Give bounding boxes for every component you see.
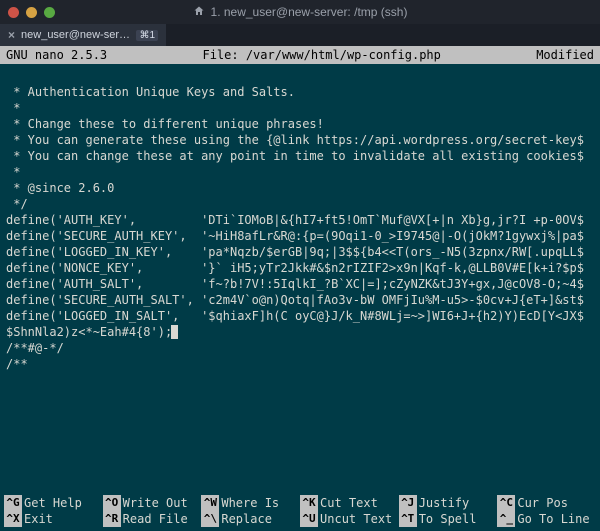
buffer-line: /** <box>6 356 594 372</box>
buffer-line: * @since 2.6.0 <box>6 180 594 196</box>
shortcut-item[interactable]: ^XExit <box>4 511 103 527</box>
shortcut-key: ^\ <box>201 511 219 527</box>
window-title: 1. new_user@new-server: /tmp (ssh) <box>0 5 600 20</box>
text-cursor <box>171 325 178 339</box>
shortcut-key: ^X <box>4 511 22 527</box>
shortcut-key: ^U <box>300 511 318 527</box>
buffer-line: * <box>6 100 594 116</box>
shortcut-key: ^W <box>201 495 219 511</box>
buffer-line: * <box>6 164 594 180</box>
shortcut-label: To Spell <box>419 512 477 526</box>
shortcut-label: Cut Text <box>320 496 378 510</box>
close-tab-icon[interactable]: × <box>8 29 15 41</box>
buffer-line <box>6 68 594 84</box>
shortcut-item[interactable]: ^CCur Pos <box>497 495 596 511</box>
titlebar: 1. new_user@new-server: /tmp (ssh) <box>0 0 600 24</box>
shortcut-label: Replace <box>221 512 272 526</box>
buffer-line: * You can generate these using the {@lin… <box>6 132 594 148</box>
shortcut-label: Exit <box>24 512 53 526</box>
shortcut-item[interactable]: ^RRead File <box>103 511 202 527</box>
shortcut-label: Uncut Text <box>320 512 392 526</box>
buffer-line: $ShnNla2)z<*~Eah#4{8'); <box>6 324 594 340</box>
nano-header: GNU nano 2.5.3 File: /var/www/html/wp-co… <box>0 46 600 64</box>
shortcut-item[interactable]: ^OWrite Out <box>103 495 202 511</box>
nano-status: Modified <box>536 48 594 62</box>
shortcut-label: Cur Pos <box>517 496 568 510</box>
buffer-line: define('LOGGED_IN_SALT', '$qhiaxF]h(C oy… <box>6 308 594 324</box>
tab-index-badge: ⌘1 <box>136 30 158 41</box>
shortcut-key: ^C <box>497 495 515 511</box>
shortcut-item[interactable]: ^KCut Text <box>300 495 399 511</box>
nano-version: GNU nano 2.5.3 <box>6 48 107 62</box>
shortcut-item[interactable]: ^GGet Help <box>4 495 103 511</box>
shortcut-key: ^O <box>103 495 121 511</box>
shortcut-item[interactable]: ^WWhere Is <box>201 495 300 511</box>
shortcut-key: ^R <box>103 511 121 527</box>
tab-label: new_user@new-serv… <box>21 29 130 41</box>
shortcut-row-2: ^XExit^RRead File^\Replace^UUncut Text^T… <box>4 511 596 527</box>
shortcut-key: ^J <box>399 495 417 511</box>
home-icon <box>193 5 205 20</box>
shortcut-row-1: ^GGet Help^OWrite Out^WWhere Is^KCut Tex… <box>4 495 596 511</box>
buffer-line: /**#@-*/ <box>6 340 594 356</box>
shortcut-key: ^T <box>399 511 417 527</box>
nano-shortcuts: ^GGet Help^OWrite Out^WWhere Is^KCut Tex… <box>0 495 600 531</box>
tabbar: × new_user@new-serv… ⌘1 <box>0 24 600 46</box>
shortcut-key: ^K <box>300 495 318 511</box>
shortcut-label: Where Is <box>221 496 279 510</box>
nano-file-label: File: /var/www/html/wp-config.php <box>107 48 536 62</box>
shortcut-label: Write Out <box>123 496 188 510</box>
terminal-window: 1. new_user@new-server: /tmp (ssh) × new… <box>0 0 600 531</box>
close-window-button[interactable] <box>8 7 19 18</box>
buffer-line: * You can change these at any point in t… <box>6 148 594 164</box>
shortcut-item[interactable]: ^_Go To Line <box>497 511 596 527</box>
shortcut-label: Read File <box>123 512 188 526</box>
buffer-line: */ <box>6 196 594 212</box>
buffer-line: define('SECURE_AUTH_SALT', 'c2m4V`o@n)Qo… <box>6 292 594 308</box>
zoom-window-button[interactable] <box>44 7 55 18</box>
shortcut-label: Go To Line <box>517 512 589 526</box>
window-title-text: 1. new_user@new-server: /tmp (ssh) <box>211 5 408 19</box>
window-controls <box>8 7 55 18</box>
buffer-line: define('LOGGED_IN_KEY', 'pa*Nqzb/$erGB|9… <box>6 244 594 260</box>
buffer-line: define('NONCE_KEY', '}` iH5;yTr2Jkk#&$n2… <box>6 260 594 276</box>
shortcut-key: ^_ <box>497 511 515 527</box>
minimize-window-button[interactable] <box>26 7 37 18</box>
shortcut-item[interactable]: ^\Replace <box>201 511 300 527</box>
buffer-line: define('SECURE_AUTH_KEY', '~HiH8afLr&R@:… <box>6 228 594 244</box>
shortcut-key: ^G <box>4 495 22 511</box>
editor-area[interactable]: GNU nano 2.5.3 File: /var/www/html/wp-co… <box>0 46 600 531</box>
editor-buffer[interactable]: * Authentication Unique Keys and Salts. … <box>0 64 600 495</box>
shortcut-item[interactable]: ^UUncut Text <box>300 511 399 527</box>
buffer-line: define('AUTH_KEY', 'DTi`IOMoB|&{hI7+ft5!… <box>6 212 594 228</box>
shortcut-item[interactable]: ^TTo Spell <box>399 511 498 527</box>
buffer-line: * Change these to different unique phras… <box>6 116 594 132</box>
shortcut-label: Get Help <box>24 496 82 510</box>
shortcut-item[interactable]: ^JJustify <box>399 495 498 511</box>
shortcut-label: Justify <box>419 496 470 510</box>
buffer-line: define('AUTH_SALT', 'f~?b!7V!:5IqlkI_?B`… <box>6 276 594 292</box>
tab-1[interactable]: × new_user@new-serv… ⌘1 <box>0 24 167 46</box>
buffer-line: * Authentication Unique Keys and Salts. <box>6 84 594 100</box>
